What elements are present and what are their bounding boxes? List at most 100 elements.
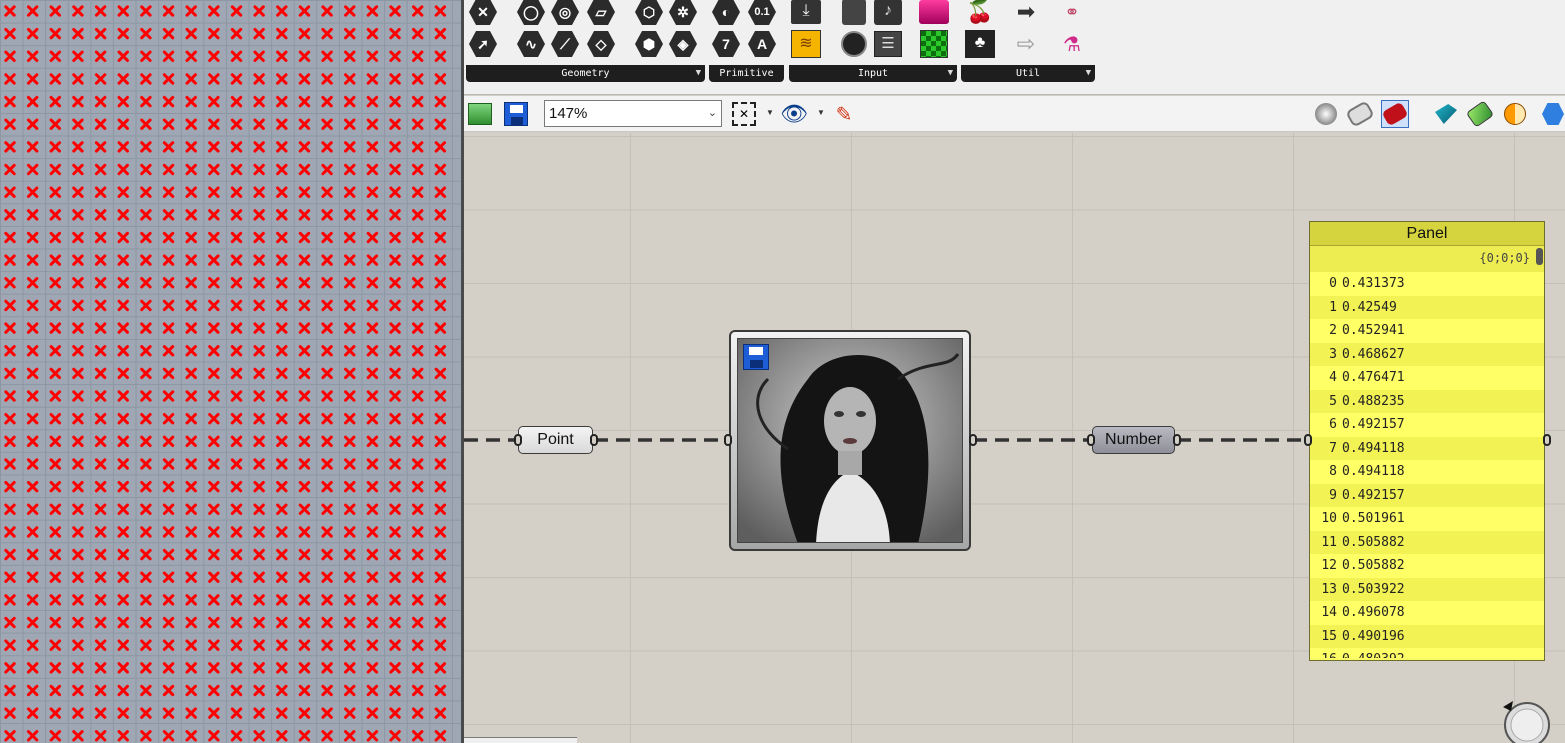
preview-wireframe-icon[interactable] [1312,100,1340,128]
panel-component[interactable]: Panel {0;0;0} 0 0.431373 1 0.42549 2 0.452941… [1309,221,1545,661]
cluster-icon[interactable]: ⚭ [1057,0,1087,26]
point-marker-icon [298,118,311,130]
preview-dropdown-icon[interactable]: ▼ [817,108,825,117]
sketch-icon[interactable]: ✎ [830,100,858,128]
point-marker-icon [117,435,129,448]
point-marker-icon [140,730,152,742]
box-icon[interactable]: ⬡ [634,0,664,26]
point-output-grip[interactable] [590,434,598,446]
integer-icon[interactable]: 7 [711,30,741,58]
line-icon[interactable]: ⟋ [550,30,580,58]
point-marker-icon [412,299,424,312]
point-marker-icon [321,413,333,425]
point-marker-icon [4,662,16,674]
circle-icon[interactable]: ◯ [516,0,546,26]
boolean-icon[interactable]: ◐ [711,0,741,26]
number-icon[interactable]: 0.1 [747,0,777,26]
point-marker-icon [162,639,175,651]
rhino-viewport[interactable] [0,0,462,743]
number-input-grip[interactable] [1087,434,1095,446]
flask-icon[interactable]: ⚗ [1057,30,1087,58]
point-marker-icon [412,277,424,289]
point-marker-icon [185,526,197,538]
panel-row-value: 0.505882 [1342,534,1405,550]
surface-icon[interactable]: ◎ [550,0,580,26]
zoom-extents-icon[interactable]: ✕ [730,100,758,128]
display-icon-4[interactable] [1539,100,1565,128]
point-marker-icon [208,322,220,334]
panel-row-value: 0.42549 [1342,299,1397,315]
point-marker-icon [253,367,265,380]
plane-icon[interactable]: ▱ [586,0,616,26]
util-group-label[interactable]: Util ▼ [961,65,1095,82]
point-marker-icon [298,299,311,312]
arrow-outline-icon[interactable]: ⇨ [1011,30,1041,58]
point-marker-icon [140,345,152,357]
point-marker-icon [389,209,401,221]
preview-eye-icon[interactable]: 👁 [780,100,808,128]
zoom-extents-dropdown-icon[interactable]: ▼ [766,108,774,117]
point-marker-icon [208,299,220,312]
primitive-group-label[interactable]: Primitive [709,65,784,82]
point-marker-icon [434,639,447,651]
point-marker-icon [94,548,107,561]
import-icon[interactable]: ⤓ [791,0,821,26]
display-icon-2[interactable] [1465,100,1495,128]
display-icon-3[interactable] [1501,100,1529,128]
cherry-icon[interactable]: 🍒 [965,0,995,26]
arrow-right-icon[interactable]: ➡ [1011,0,1041,26]
point-marker-icon [366,435,379,448]
brep-icon[interactable]: ⬢ [634,30,664,58]
image-input-grip[interactable] [724,434,732,446]
image-output-grip[interactable] [969,434,977,446]
audio-icon[interactable]: ≋ [791,30,821,58]
save-file-icon[interactable] [502,100,530,128]
point-marker-icon [344,231,356,244]
panel-input-grip[interactable] [1304,434,1312,446]
geometry-x-icon[interactable]: ✕ [468,0,498,26]
zoom-dropdown[interactable]: 147% ⌄ [544,100,722,127]
tree-icon[interactable]: ♣ [965,30,995,58]
graph-icon[interactable]: ♪ [873,0,903,26]
point-marker-icon [162,5,175,17]
canvas-navigation-icon[interactable] [1499,697,1551,743]
image-sampler-component[interactable] [729,330,971,551]
open-file-icon[interactable] [466,100,494,128]
panel-scrollbar[interactable] [1536,248,1543,265]
button-icon[interactable] [839,30,869,58]
number-output-grip[interactable] [1173,434,1181,446]
vector-arrow-icon[interactable]: ➚ [468,30,498,58]
point-marker-icon [49,571,61,583]
point-marker-icon [230,435,243,448]
point-marker-icon [162,163,175,176]
point-marker-icon [94,118,107,130]
point-marker-icon [389,50,401,62]
field-icon[interactable]: ✲ [668,0,698,26]
grasshopper-canvas[interactable]: Point Number Panel {0;0;0} 0 0.431373 1 … [464,133,1565,743]
point-marker-icon [26,254,39,266]
gene-pool-icon[interactable] [919,30,949,58]
value-list-icon[interactable]: ☰ [873,30,903,58]
input-group-label[interactable]: Input ▼ [789,65,957,82]
save-icon[interactable] [743,344,769,370]
group-icon[interactable]: ◈ [668,30,698,58]
curve-icon[interactable]: ∿ [516,30,546,58]
point-input-grip[interactable] [514,434,522,446]
display-icon-1[interactable] [1432,100,1460,128]
point-marker-icon [344,526,356,538]
text-icon[interactable]: A [747,30,777,58]
number-param[interactable]: Number [1092,426,1175,454]
geometry-group-label[interactable]: Geometry ▼ [466,65,705,82]
point-marker-icon [276,50,288,62]
point-marker-icon [412,186,424,198]
point-marker-icon [4,141,16,153]
toggle-icon[interactable] [839,0,869,26]
panel-output-grip[interactable] [1543,434,1551,446]
point-param[interactable]: Point [518,426,593,454]
point-marker-icon [389,186,401,198]
gradient-icon[interactable] [919,0,949,26]
point-marker-icon [72,503,84,515]
preview-shaded-icon[interactable] [1345,100,1375,128]
mesh-icon[interactable]: ◇ [586,30,616,58]
preview-selected-icon[interactable] [1381,100,1409,128]
